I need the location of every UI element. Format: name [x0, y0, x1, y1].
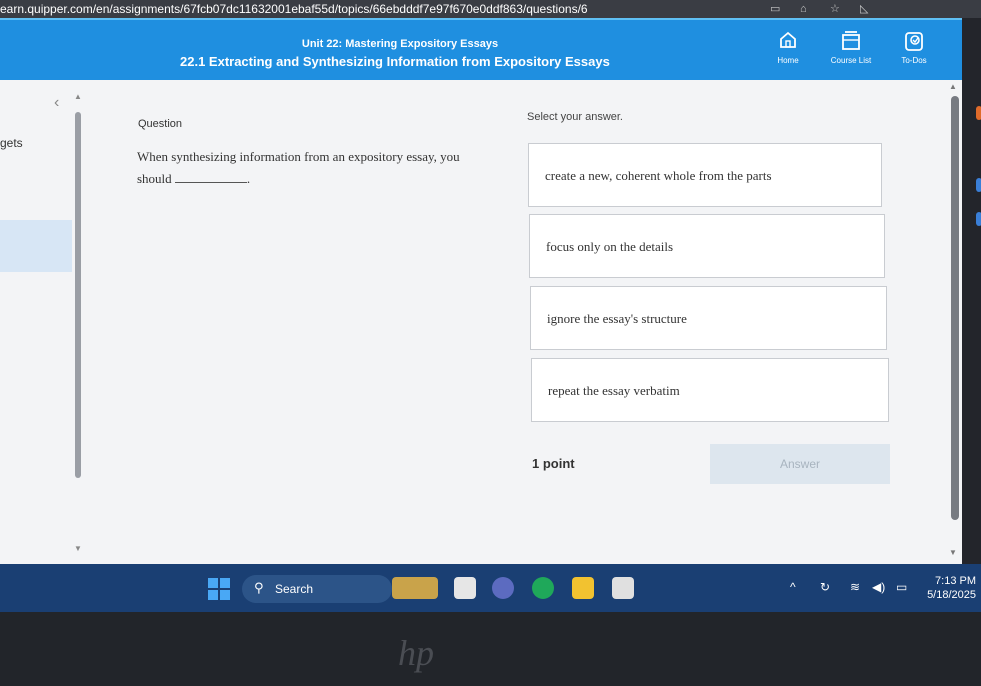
points-label: 1 point — [532, 456, 575, 471]
unit-title: Unit 22: Mastering Expository Essays — [301, 38, 499, 50]
clock-date: 5/18/2025 — [927, 589, 976, 601]
nav-course-list[interactable]: Course List — [821, 30, 881, 66]
adjacent-window-mark — [976, 178, 981, 192]
clock-time: 7:13 PM — [935, 575, 976, 587]
answer-choice-2[interactable]: focus only on the details — [529, 214, 885, 278]
answer-button[interactable]: Answer — [710, 444, 890, 484]
scroll-down-arrow-icon[interactable]: ▼ — [949, 548, 957, 557]
extensions-icon[interactable]: ◺ — [860, 2, 868, 16]
answer-choice-3[interactable]: ignore the essay's structure — [530, 286, 887, 350]
question-text-end: . — [246, 171, 251, 186]
nav-home[interactable]: Home — [758, 30, 818, 66]
search-highlight-icon[interactable] — [392, 577, 438, 599]
question-label: Question — [138, 118, 183, 130]
edge-browser-icon[interactable] — [532, 577, 554, 599]
main-content: gets ‹ ▲ ▼ Question When synthesizing in… — [0, 80, 962, 564]
answer-blank — [174, 170, 247, 183]
adjacent-window-mark — [976, 106, 981, 120]
nav-course-list-label: Course List — [830, 56, 872, 65]
course-list-icon — [821, 30, 881, 56]
right-scrollbar[interactable] — [951, 96, 959, 520]
scroll-up-arrow-icon[interactable]: ▲ — [74, 92, 82, 101]
nav-todos[interactable]: To-Dos — [884, 30, 944, 66]
scroll-up-arrow-icon[interactable]: ▲ — [949, 82, 957, 91]
split-view-icon[interactable]: ▭ — [770, 2, 780, 16]
volume-icon[interactable]: ◀) — [872, 580, 885, 594]
hp-logo: hp — [398, 633, 434, 673]
adjacent-window-strip — [962, 18, 981, 564]
bell-icon[interactable]: ⌂ — [800, 2, 807, 16]
selected-question-highlight[interactable] — [0, 220, 72, 272]
nav-todos-label: To-Dos — [901, 56, 927, 65]
chevron-left-icon[interactable]: ‹ — [54, 94, 59, 112]
todos-icon — [884, 30, 944, 56]
taskbar-search-label: Search — [275, 582, 314, 596]
answer-choice-1[interactable]: create a new, coherent whole from the pa… — [528, 143, 882, 207]
select-answer-prompt: Select your answer. — [527, 111, 623, 123]
nav-home-label: Home — [777, 56, 799, 65]
app-header: Unit 22: Mastering Expository Essays 22.… — [0, 18, 962, 80]
scroll-down-arrow-icon[interactable]: ▼ — [74, 544, 82, 553]
bookmark-star-icon[interactable]: ☆ — [830, 2, 840, 16]
folder-icon[interactable] — [572, 577, 594, 599]
chevron-up-icon[interactable]: ^ — [790, 580, 796, 594]
video-call-icon[interactable] — [492, 577, 514, 599]
left-scrollbar[interactable] — [75, 112, 81, 478]
question-text: When synthesizing information from an ex… — [137, 146, 477, 190]
sync-icon[interactable]: ↻ — [820, 580, 830, 594]
windows-taskbar: ⚲ Search ^ ↻ ≋ ◀) ▭ 7:13 PM 5/18/2025 — [0, 564, 981, 612]
browser-address-bar[interactable]: earn.quipper.com/en/assignments/67fcb07d… — [0, 0, 981, 18]
file-explorer-icon[interactable] — [454, 577, 476, 599]
wifi-icon[interactable]: ≋ — [850, 580, 860, 594]
url-text: earn.quipper.com/en/assignments/67fcb07d… — [0, 2, 588, 16]
search-icon: ⚲ — [254, 580, 264, 595]
question-list-item-text: gets — [0, 136, 23, 150]
windows-start-icon[interactable] — [208, 578, 230, 600]
laptop-bezel: hp — [0, 612, 981, 686]
question-list-panel: gets ‹ — [0, 80, 78, 564]
lesson-title: 22.1 Extracting and Synthesizing Informa… — [180, 54, 610, 69]
answer-choice-4[interactable]: repeat the essay verbatim — [531, 358, 889, 422]
store-icon[interactable] — [612, 577, 634, 599]
adjacent-window-mark — [976, 212, 981, 226]
home-icon — [758, 30, 818, 56]
system-clock[interactable]: 7:13 PM 5/18/2025 — [918, 574, 976, 602]
battery-icon[interactable]: ▭ — [896, 580, 907, 594]
taskbar-search[interactable]: ⚲ Search — [242, 575, 392, 603]
